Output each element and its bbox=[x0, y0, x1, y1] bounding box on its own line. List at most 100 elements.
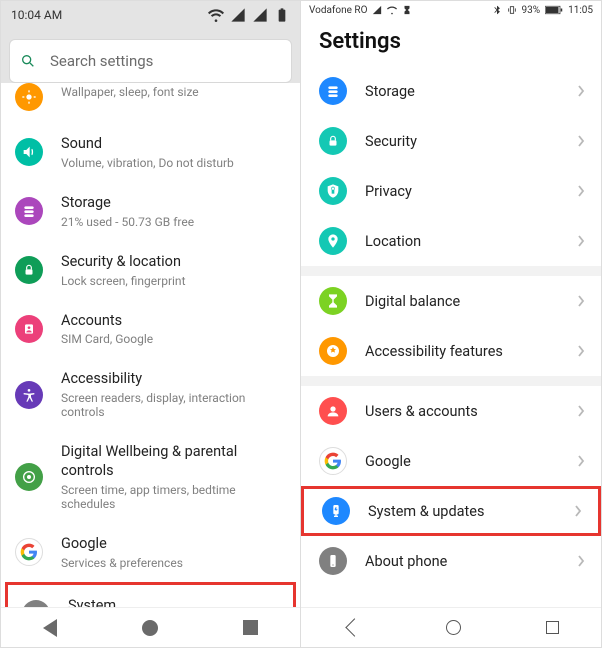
sound-icon bbox=[15, 138, 43, 166]
item-title: Google bbox=[61, 535, 183, 554]
item-subtitle: Services & preferences bbox=[61, 556, 183, 570]
search-input[interactable]: Search settings bbox=[9, 39, 292, 83]
search-icon bbox=[20, 53, 36, 69]
battery-icon bbox=[545, 5, 563, 15]
security-icon bbox=[15, 256, 43, 284]
display-icon bbox=[15, 83, 43, 111]
left-settings-list: Wallpaper, sleep, font size Sound Volume, … bbox=[1, 83, 300, 607]
settings-item-accounts[interactable]: AccountsSIM Card, Google bbox=[1, 300, 300, 359]
item-label: Accessibility features bbox=[365, 343, 559, 360]
accounts-icon bbox=[15, 315, 43, 343]
item-label: Privacy bbox=[365, 183, 559, 200]
signal-icon bbox=[372, 5, 382, 15]
wellbeing-icon bbox=[15, 463, 43, 491]
settings-item-security-location[interactable]: Security & location Lock screen, fingerpr… bbox=[1, 241, 300, 300]
item-subtitle: Wallpaper, sleep, font size bbox=[61, 85, 199, 99]
settings-item-security[interactable]: Security bbox=[301, 116, 601, 166]
wifi-icon bbox=[208, 7, 224, 23]
battery-icon bbox=[274, 7, 290, 23]
settings-item-digital-wellbeing-parental-controls[interactable]: Digital Wellbeing & parental controlsScr… bbox=[1, 431, 300, 523]
settings-item-storage[interactable]: Storage21% used - 50.73 GB free bbox=[1, 182, 300, 241]
settings-item-accessibility-features[interactable]: Accessibility features bbox=[301, 326, 601, 376]
status-time: 10:04 AM bbox=[11, 8, 62, 22]
item-label: Storage bbox=[365, 83, 559, 100]
item-subtitle: 21% used - 50.73 GB free bbox=[61, 215, 194, 229]
balance-icon bbox=[319, 287, 347, 315]
item-label: Security bbox=[365, 133, 559, 150]
stock-android-settings-pane: 10:04 AM Search settings Wallpaper, slee… bbox=[1, 1, 301, 647]
chevron-right-icon bbox=[577, 82, 585, 101]
google-icon bbox=[15, 538, 43, 566]
chevron-right-icon bbox=[577, 232, 585, 251]
signal-icon bbox=[252, 7, 268, 23]
security-icon bbox=[319, 127, 347, 155]
chevron-right-icon bbox=[577, 132, 585, 151]
nav-back-icon[interactable] bbox=[43, 619, 57, 637]
section-divider bbox=[301, 376, 601, 386]
signal-icon bbox=[230, 7, 246, 23]
chevron-right-icon bbox=[577, 182, 585, 201]
item-label: Google bbox=[365, 453, 559, 470]
storage-icon bbox=[15, 197, 43, 225]
chevron-right-icon bbox=[577, 452, 585, 471]
item-title: Security & location bbox=[61, 253, 186, 272]
item-label: Digital balance bbox=[365, 293, 559, 310]
item-subtitle: Lock screen, fingerprint bbox=[61, 274, 186, 288]
nav-recent-icon[interactable] bbox=[243, 620, 258, 635]
nav-back-icon[interactable] bbox=[345, 618, 363, 636]
settings-item-google[interactable]: Google bbox=[301, 436, 601, 486]
item-title: Digital Wellbeing & parental controls bbox=[61, 443, 286, 481]
item-subtitle: Screen time, app timers, bedtime schedul… bbox=[61, 483, 286, 511]
nav-bar bbox=[1, 607, 300, 647]
status-icons bbox=[208, 7, 290, 23]
settings-item-display[interactable]: Wallpaper, sleep, font size bbox=[1, 83, 300, 123]
status-battery: 93% bbox=[522, 5, 541, 16]
settings-item-about-phone[interactable]: About phone bbox=[301, 536, 601, 586]
chevron-right-icon bbox=[577, 342, 585, 361]
bluetooth-icon bbox=[492, 5, 502, 15]
accessibility-icon bbox=[15, 381, 43, 409]
system-icon bbox=[22, 600, 50, 607]
settings-item-system-updates[interactable]: System & updates bbox=[301, 486, 601, 536]
settings-item-privacy[interactable]: Privacy bbox=[301, 166, 601, 216]
emui-settings-pane: Vodafone RO 93% 11:05 Settings Storage Se… bbox=[301, 1, 601, 647]
settings-item-location[interactable]: Location bbox=[301, 216, 601, 266]
storage-icon bbox=[319, 77, 347, 105]
nav-recent-icon[interactable] bbox=[546, 621, 559, 634]
item-subtitle: Volume, vibration, Do not disturb bbox=[61, 156, 234, 170]
chevron-right-icon bbox=[577, 402, 585, 421]
settings-item-storage[interactable]: Storage bbox=[301, 66, 601, 116]
settings-item-users-accounts[interactable]: Users & accounts bbox=[301, 386, 601, 436]
item-subtitle: SIM Card, Google bbox=[61, 332, 153, 346]
chevron-right-icon bbox=[574, 502, 582, 521]
right-settings-list: Storage Security Privacy Location Digital ba… bbox=[301, 66, 601, 586]
settings-item-digital-balance[interactable]: Digital balance bbox=[301, 276, 601, 326]
item-title: Sound bbox=[61, 135, 234, 154]
item-title: Accessibility bbox=[61, 370, 286, 389]
settings-item-sound[interactable]: Sound Volume, vibration, Do not disturb bbox=[1, 123, 300, 182]
nav-home-icon[interactable] bbox=[446, 620, 461, 635]
settings-item-accessibility[interactable]: Accessibility Screen readers, display, in… bbox=[1, 358, 300, 431]
item-label: System & updates bbox=[368, 503, 556, 520]
item-subtitle: Screen readers, display, interaction con… bbox=[61, 391, 286, 419]
a11y-icon bbox=[319, 337, 347, 365]
location-icon bbox=[319, 227, 347, 255]
item-label: Location bbox=[365, 233, 559, 250]
settings-item-google[interactable]: Google Services & preferences bbox=[1, 523, 300, 582]
nav-home-icon[interactable] bbox=[142, 620, 158, 636]
about-icon bbox=[319, 547, 347, 575]
chevron-right-icon bbox=[577, 552, 585, 571]
status-bar: Vodafone RO 93% 11:05 bbox=[301, 1, 601, 19]
users-icon bbox=[319, 397, 347, 425]
hourglass-icon bbox=[402, 5, 412, 15]
status-bar: 10:04 AM bbox=[1, 1, 300, 29]
privacy-icon bbox=[319, 177, 347, 205]
page-title: Settings bbox=[301, 19, 601, 66]
settings-item-system[interactable]: SystemLanguages, time, backup, updates bbox=[5, 582, 296, 607]
item-title: System bbox=[68, 597, 249, 607]
section-divider bbox=[301, 266, 601, 276]
item-label: Users & accounts bbox=[365, 403, 559, 420]
wifi-icon bbox=[387, 5, 397, 15]
item-label: About phone bbox=[365, 553, 559, 570]
google-g-icon bbox=[319, 447, 347, 475]
